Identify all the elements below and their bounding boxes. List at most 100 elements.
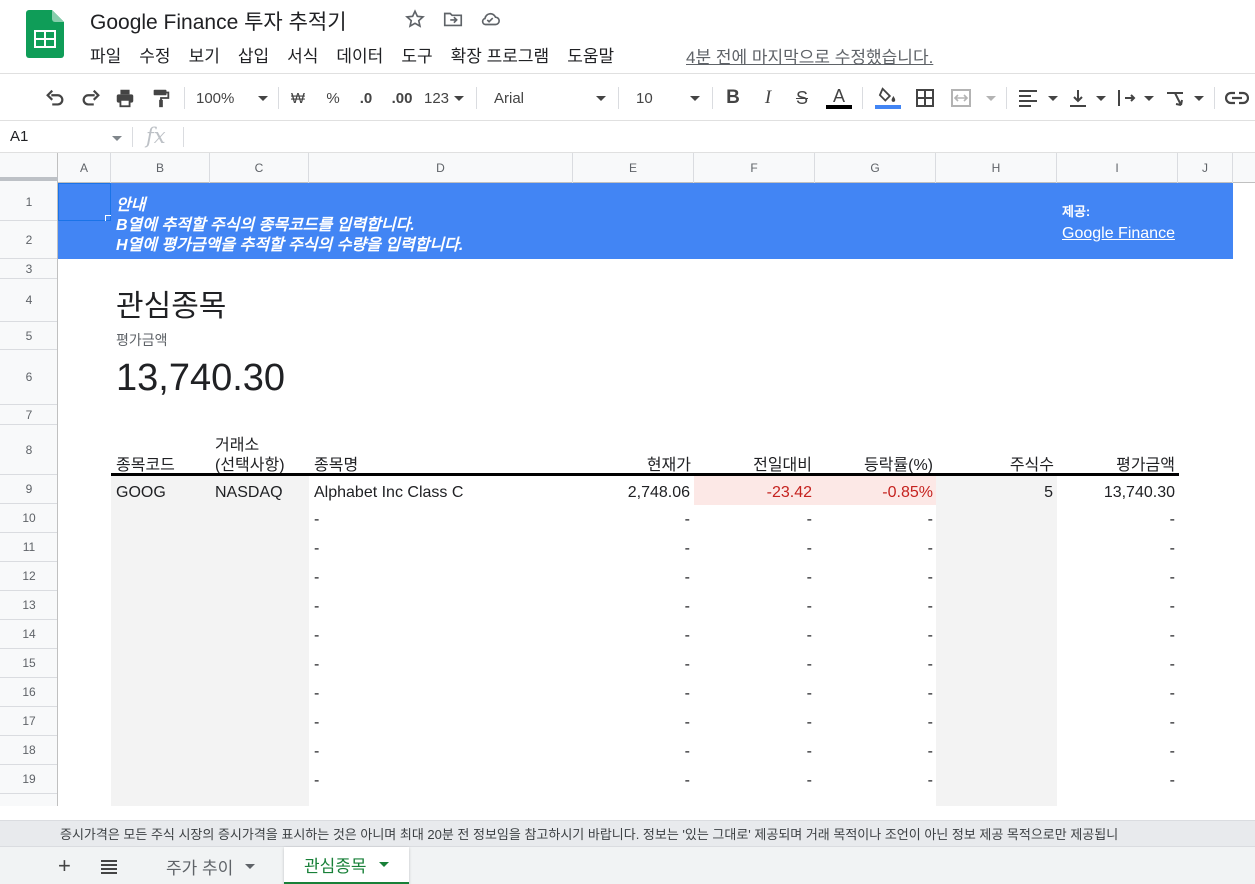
tab-price-trend[interactable]: 주가 추이 bbox=[146, 847, 275, 884]
cell-change-pct-empty[interactable]: - bbox=[815, 540, 933, 558]
row-header[interactable]: 15 bbox=[0, 649, 57, 678]
cell-change-pct-empty[interactable]: - bbox=[815, 511, 933, 529]
cell-name-empty[interactable]: - bbox=[314, 627, 328, 645]
row-header[interactable]: 2 bbox=[0, 221, 57, 259]
cell-change-pct-empty[interactable]: - bbox=[815, 569, 933, 587]
cell-name-empty[interactable]: - bbox=[314, 743, 328, 761]
cloud-saved-icon[interactable] bbox=[479, 8, 501, 30]
redo-icon[interactable] bbox=[78, 85, 104, 111]
zoom-select[interactable]: 100% bbox=[196, 85, 268, 111]
row-header[interactable]: 7 bbox=[0, 405, 57, 425]
menu-file[interactable]: 파일 bbox=[90, 42, 121, 66]
cell-value-empty[interactable]: - bbox=[1057, 685, 1175, 703]
row-header[interactable]: 3 bbox=[0, 259, 57, 279]
column-header[interactable]: D bbox=[309, 153, 573, 183]
horizontal-align-icon[interactable] bbox=[1018, 85, 1058, 111]
cell-change-empty[interactable]: - bbox=[694, 685, 812, 703]
cell-change-pct-empty[interactable]: - bbox=[815, 743, 933, 761]
paint-format-icon[interactable] bbox=[148, 85, 174, 111]
row-header[interactable]: 16 bbox=[0, 678, 57, 707]
column-header[interactable]: I bbox=[1057, 153, 1178, 183]
cell-name-empty[interactable]: - bbox=[314, 540, 328, 558]
row-header[interactable]: 14 bbox=[0, 620, 57, 649]
chevron-down-icon[interactable] bbox=[112, 136, 122, 141]
cell-price[interactable]: 2,748.06 bbox=[573, 484, 690, 502]
column-header[interactable]: E bbox=[573, 153, 694, 183]
move-folder-icon[interactable] bbox=[442, 8, 464, 30]
menu-help[interactable]: 도움말 bbox=[567, 42, 614, 66]
currency-button[interactable]: ₩ bbox=[288, 85, 308, 111]
row-header[interactable]: 1 bbox=[0, 183, 57, 221]
cell-value-empty[interactable]: - bbox=[1057, 598, 1175, 616]
cell-change-pct[interactable]: -0.85% bbox=[815, 484, 933, 502]
cell-value-empty[interactable]: - bbox=[1057, 569, 1175, 587]
sheets-logo-icon[interactable] bbox=[26, 10, 64, 58]
cell-exchange[interactable]: NASDAQ bbox=[215, 484, 283, 502]
vertical-align-icon[interactable] bbox=[1068, 85, 1106, 111]
print-icon[interactable] bbox=[112, 85, 138, 111]
all-sheets-icon[interactable] bbox=[100, 859, 118, 880]
cell-price-empty[interactable]: - bbox=[573, 743, 690, 761]
cell-name-empty[interactable]: - bbox=[314, 511, 328, 529]
add-sheet-icon[interactable]: + bbox=[58, 853, 71, 879]
cell-name-empty[interactable]: - bbox=[314, 598, 328, 616]
insert-link-icon[interactable] bbox=[1224, 85, 1250, 111]
row-header[interactable]: 4 bbox=[0, 279, 57, 322]
document-title[interactable]: Google Finance 투자 추적기 bbox=[90, 6, 347, 36]
cell-price-empty[interactable]: - bbox=[573, 772, 690, 790]
cell-change-empty[interactable]: - bbox=[694, 772, 812, 790]
cell-change-pct-empty[interactable]: - bbox=[815, 656, 933, 674]
increase-decimal-button[interactable]: .00 bbox=[389, 85, 415, 111]
cell-price-empty[interactable]: - bbox=[573, 714, 690, 732]
cell-change-empty[interactable]: - bbox=[694, 540, 812, 558]
cell-name-empty[interactable]: - bbox=[314, 569, 328, 587]
cell-name-empty[interactable]: - bbox=[314, 656, 328, 674]
column-header[interactable]: B bbox=[111, 153, 210, 183]
column-header[interactable]: F bbox=[694, 153, 815, 183]
cell-price-empty[interactable]: - bbox=[573, 511, 690, 529]
more-formats-button[interactable]: 123 bbox=[424, 85, 464, 111]
cell-change-empty[interactable]: - bbox=[694, 714, 812, 732]
selected-cell-a1[interactable] bbox=[58, 183, 111, 221]
cell-change[interactable]: -23.42 bbox=[694, 484, 812, 502]
text-wrap-icon[interactable] bbox=[1116, 85, 1154, 111]
column-header[interactable]: C bbox=[210, 153, 309, 183]
cell-change-empty[interactable]: - bbox=[694, 598, 812, 616]
cell-price-empty[interactable]: - bbox=[573, 540, 690, 558]
strikethrough-icon[interactable]: S bbox=[791, 85, 813, 111]
cell-change-pct-empty[interactable]: - bbox=[815, 685, 933, 703]
merge-cells-icon[interactable] bbox=[950, 85, 996, 111]
bold-icon[interactable]: B bbox=[722, 85, 744, 111]
cell-change-empty[interactable]: - bbox=[694, 569, 812, 587]
column-header[interactable]: J bbox=[1178, 153, 1233, 183]
cell-change-pct-empty[interactable]: - bbox=[815, 772, 933, 790]
cell-price-empty[interactable]: - bbox=[573, 598, 690, 616]
cell-value-empty[interactable]: - bbox=[1057, 511, 1175, 529]
cell-value-empty[interactable]: - bbox=[1057, 743, 1175, 761]
row-header[interactable]: 9 bbox=[0, 475, 57, 504]
percent-button[interactable]: % bbox=[323, 85, 343, 111]
row-header[interactable]: 6 bbox=[0, 350, 57, 405]
cell-shares[interactable]: 5 bbox=[936, 484, 1053, 502]
decrease-decimal-button[interactable]: .0 bbox=[355, 85, 377, 111]
row-header[interactable]: 5 bbox=[0, 322, 57, 350]
formula-input[interactable] bbox=[183, 127, 184, 147]
italic-icon[interactable]: I bbox=[757, 85, 779, 111]
menu-tools[interactable]: 도구 bbox=[401, 42, 432, 66]
row-header[interactable]: 19 bbox=[0, 765, 57, 794]
cell-name-empty[interactable]: - bbox=[314, 685, 328, 703]
undo-icon[interactable] bbox=[42, 85, 68, 111]
cell-price-empty[interactable]: - bbox=[573, 685, 690, 703]
cell-change-empty[interactable]: - bbox=[694, 511, 812, 529]
menu-view[interactable]: 보기 bbox=[189, 42, 220, 66]
star-icon[interactable] bbox=[404, 8, 426, 30]
cell-name-empty[interactable]: - bbox=[314, 772, 328, 790]
cell-change-empty[interactable]: - bbox=[694, 627, 812, 645]
cell-change-empty[interactable]: - bbox=[694, 743, 812, 761]
cell-name[interactable]: Alphabet Inc Class C bbox=[314, 484, 463, 502]
fill-handle[interactable] bbox=[105, 215, 111, 221]
google-finance-link[interactable]: Google Finance bbox=[1062, 225, 1175, 243]
cell-price-empty[interactable]: - bbox=[573, 569, 690, 587]
fill-color-icon[interactable] bbox=[874, 85, 902, 111]
text-color-icon[interactable]: A bbox=[826, 85, 852, 111]
